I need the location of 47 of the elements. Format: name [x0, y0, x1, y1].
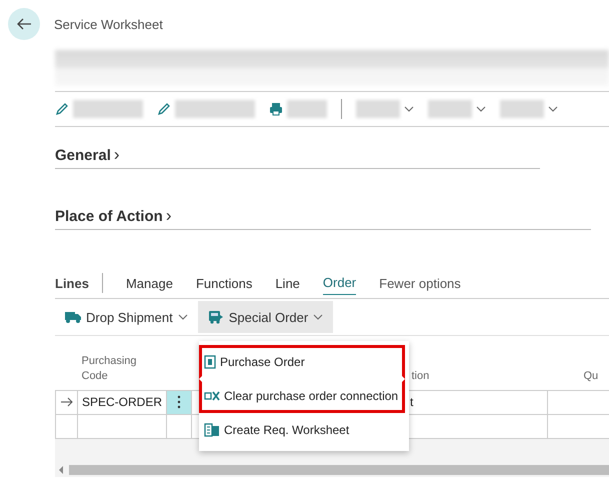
blurred-block: [356, 100, 400, 118]
more-icon: [177, 395, 181, 409]
blurred-block: [500, 100, 544, 118]
menu-item[interactable]: Purchase Order: [199, 345, 405, 379]
tab[interactable]: Line: [275, 272, 300, 294]
tab[interactable]: Order: [322, 271, 356, 295]
section-header[interactable]: General ›: [55, 142, 540, 169]
chevron-down-icon: [404, 106, 414, 112]
column-header[interactable]: Qu: [584, 368, 598, 384]
worksheet-icon: [204, 423, 220, 437]
horizontal-scrollbar[interactable]: [55, 462, 609, 476]
chevron-down-icon: [548, 106, 558, 112]
tab[interactable]: Fewer options: [379, 272, 461, 294]
section-header[interactable]: Place of Action ›: [55, 203, 592, 230]
section-title: Place of Action: [55, 208, 163, 224]
chevron-down-icon: [178, 314, 188, 320]
pencil-icon[interactable]: [55, 102, 69, 116]
tab[interactable]: Manage: [126, 272, 173, 294]
current-row-arrow-icon: [60, 397, 74, 407]
truck-icon: [65, 311, 81, 323]
lines-title: Lines: [55, 276, 89, 290]
document-icon: [204, 355, 216, 369]
chevron-right-icon: ›: [166, 206, 172, 226]
column-header[interactable]: Purchasing Code: [82, 354, 162, 384]
chevron-right-icon: ›: [114, 145, 120, 165]
row-selector-cell[interactable]: [56, 414, 78, 438]
table-cell: SPEC-ORDER: [82, 395, 162, 409]
chevron-down-icon: [313, 314, 324, 320]
action-button[interactable]: Special Order: [198, 301, 334, 333]
clear-icon: [204, 390, 220, 402]
row-selector-cell[interactable]: [56, 390, 78, 414]
menu-item[interactable]: Clear purchase order connection: [199, 379, 405, 413]
table-cell: t: [410, 395, 414, 409]
action-button[interactable]: Drop Shipment: [55, 301, 198, 333]
menu-item[interactable]: Create Req. Worksheet: [199, 413, 405, 447]
chevron-down-icon: [476, 106, 486, 112]
bus-icon: [208, 310, 224, 324]
tab[interactable]: Functions: [196, 272, 252, 294]
column-header[interactable]: tion: [412, 368, 430, 384]
blurred-block: [428, 100, 472, 118]
back-button[interactable]: [8, 8, 40, 40]
blurred-block: [287, 100, 327, 118]
printer-icon[interactable]: [269, 102, 283, 116]
blurred-block: [73, 100, 143, 118]
section-title: General: [55, 146, 111, 164]
page-title: Service Worksheet: [54, 16, 163, 32]
pencil-icon[interactable]: [157, 102, 171, 116]
